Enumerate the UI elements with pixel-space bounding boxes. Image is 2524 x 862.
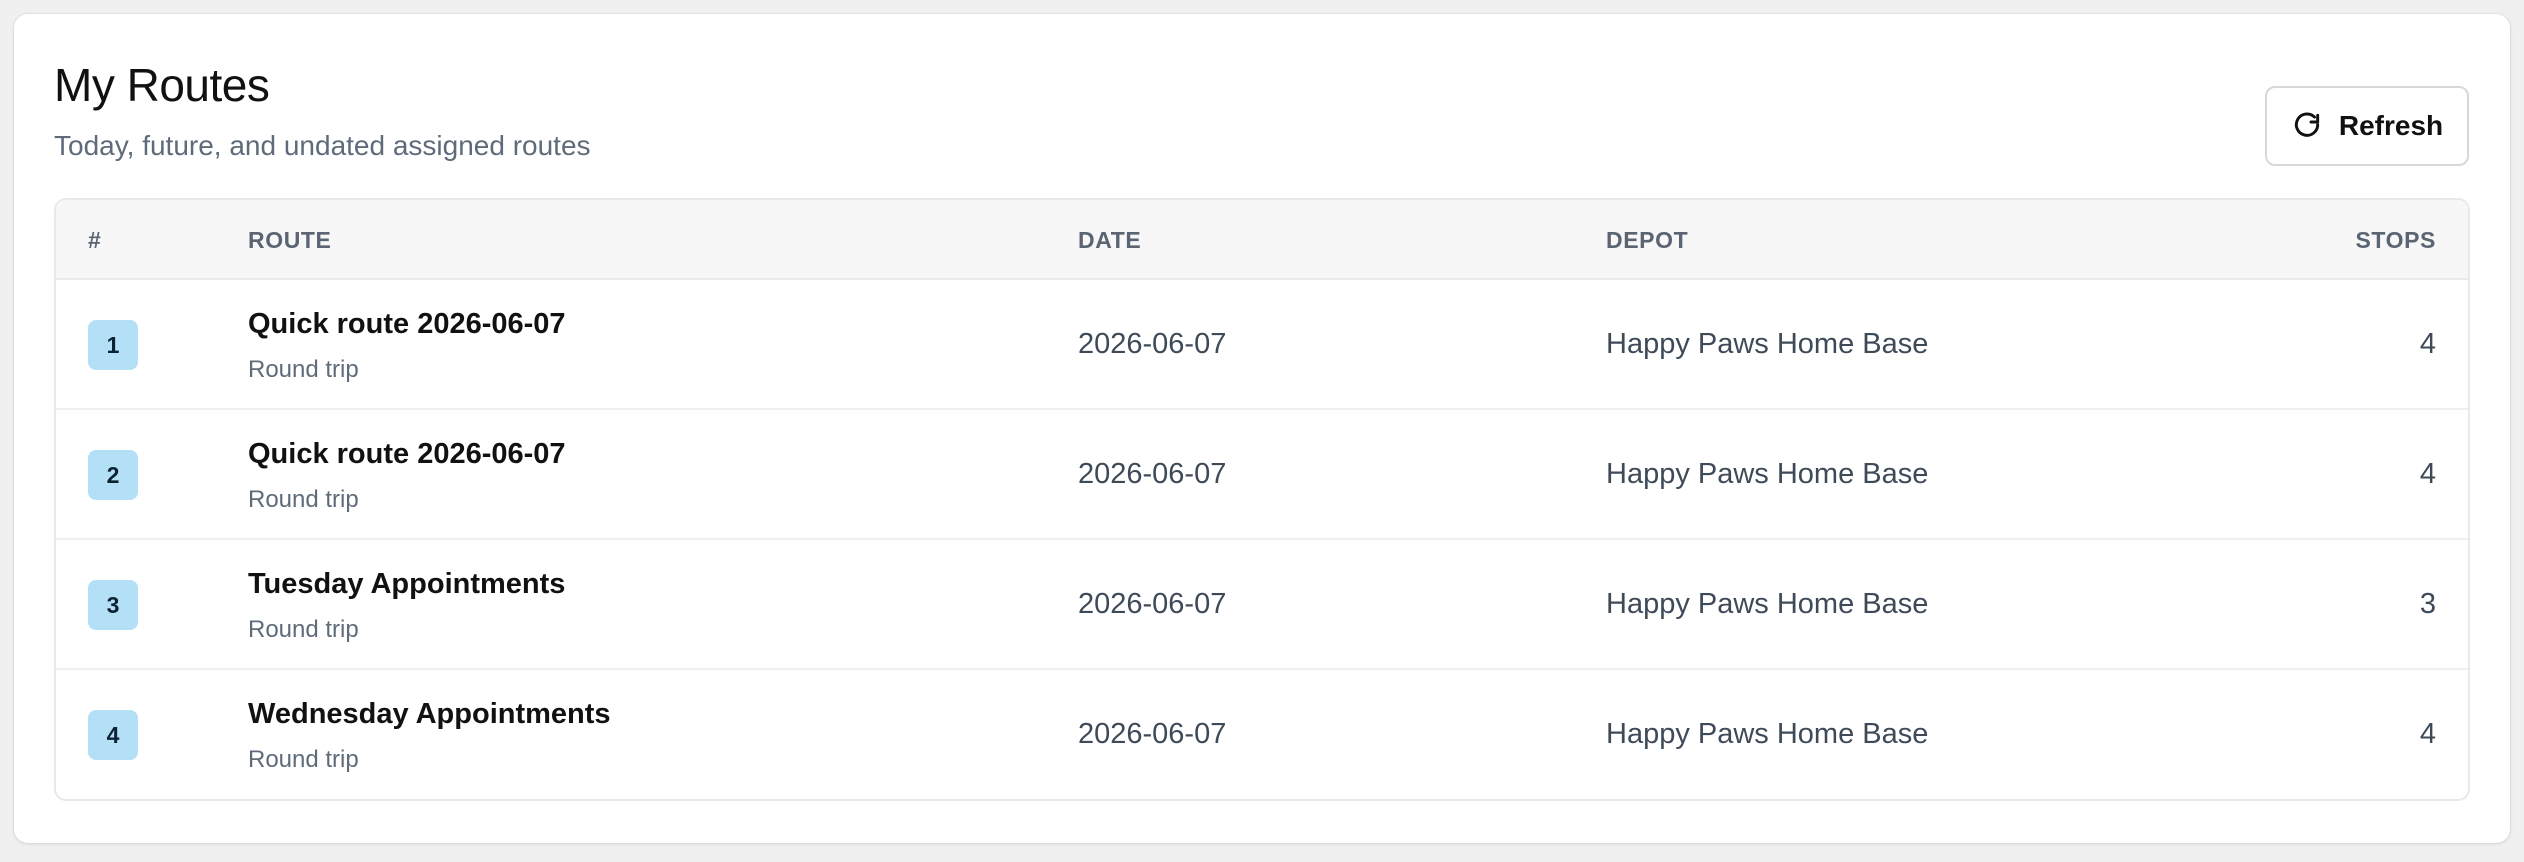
routes-card: My Routes Today, future, and undated ass… xyxy=(14,14,2510,843)
refresh-button[interactable]: Refresh xyxy=(2265,86,2469,166)
route-name: Wednesday Appointments xyxy=(248,698,611,730)
route-number-badge: 2 xyxy=(88,450,138,500)
column-header-date: DATE xyxy=(1078,226,1142,253)
table-row[interactable]: 2 Quick route 2026-06-07 Round trip 2026… xyxy=(56,410,2468,540)
route-depot: Happy Paws Home Base xyxy=(1606,327,1929,360)
route-stops: 4 xyxy=(2419,327,2436,360)
route-stops: 4 xyxy=(2419,457,2436,490)
refresh-label: Refresh xyxy=(2338,110,2444,141)
route-depot: Happy Paws Home Base xyxy=(1606,587,1929,620)
table-row[interactable]: 1 Quick route 2026-06-07 Round trip 2026… xyxy=(56,280,2468,410)
refresh-icon xyxy=(2291,110,2323,142)
page-subtitle: Today, future, and undated assigned rout… xyxy=(54,130,591,161)
route-name: Tuesday Appointments xyxy=(248,568,566,600)
route-depot: Happy Paws Home Base xyxy=(1606,717,1929,750)
routes-table: # ROUTE DATE DEPOT STOPS 1 Quick route 2… xyxy=(54,198,2470,801)
table-row[interactable]: 3 Tuesday Appointments Round trip 2026-0… xyxy=(56,540,2468,670)
route-type: Round trip xyxy=(248,616,359,643)
column-header-num: # xyxy=(88,226,102,253)
route-depot: Happy Paws Home Base xyxy=(1606,457,1929,490)
route-type: Round trip xyxy=(248,486,359,513)
route-date: 2026-06-07 xyxy=(1078,327,1227,360)
route-type: Round trip xyxy=(248,356,359,383)
route-date: 2026-06-07 xyxy=(1078,717,1227,750)
route-number-badge: 1 xyxy=(88,320,138,370)
table-header: # ROUTE DATE DEPOT STOPS xyxy=(56,200,2468,280)
route-name: Quick route 2026-06-07 xyxy=(248,308,566,340)
table-row[interactable]: 4 Wednesday Appointments Round trip 2026… xyxy=(56,670,2468,799)
column-header-depot: DEPOT xyxy=(1606,226,1689,253)
column-header-route: ROUTE xyxy=(248,226,332,253)
column-header-stops: STOPS xyxy=(2355,226,2436,253)
route-number-badge: 3 xyxy=(88,580,138,630)
route-date: 2026-06-07 xyxy=(1078,587,1227,620)
route-stops: 4 xyxy=(2419,717,2436,750)
route-stops: 3 xyxy=(2419,587,2436,620)
route-number-badge: 4 xyxy=(88,710,138,760)
route-date: 2026-06-07 xyxy=(1078,457,1227,490)
page-title: My Routes xyxy=(54,59,270,111)
route-type: Round trip xyxy=(248,746,359,773)
route-name: Quick route 2026-06-07 xyxy=(248,438,566,470)
